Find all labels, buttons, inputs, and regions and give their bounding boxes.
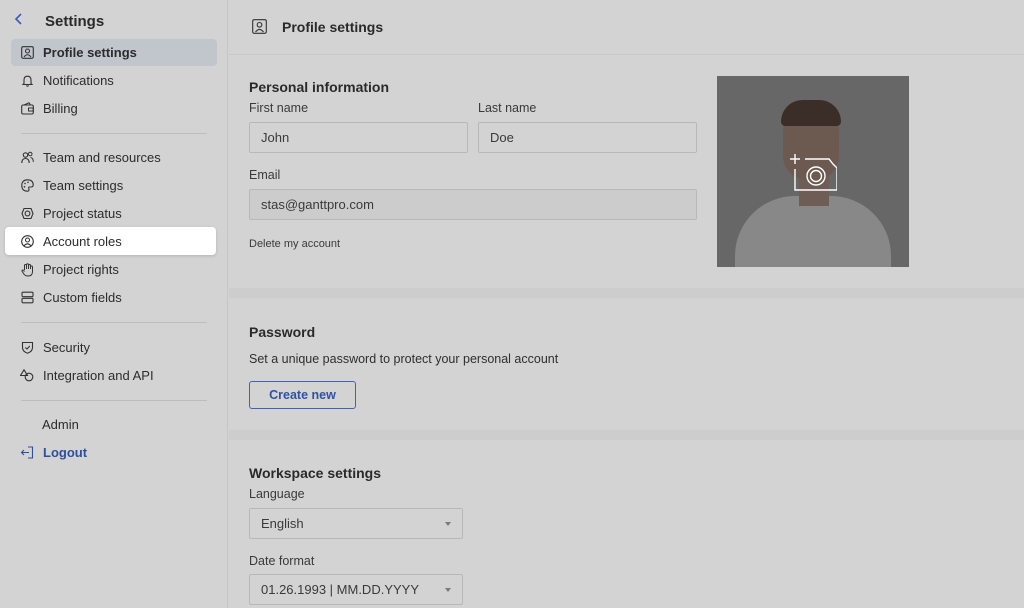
sidebar-header: Settings <box>0 0 227 42</box>
sidebar-item-security[interactable]: Security <box>11 334 217 361</box>
sidebar-item-logout[interactable]: Logout <box>11 439 217 466</box>
sidebar-item-label: Logout <box>43 445 88 460</box>
caret-down-icon <box>445 588 451 592</box>
sidebar-divider <box>21 400 207 401</box>
sidebar-item-label: Team settings <box>43 178 124 193</box>
personal-info-heading: Personal information <box>249 79 390 95</box>
sidebar-item-label: Billing <box>43 101 78 116</box>
avatar-upload[interactable] <box>717 76 909 267</box>
bell-icon <box>20 74 34 88</box>
sidebar-item-project-rights[interactable]: Project rights <box>11 256 217 283</box>
chevron-left-icon[interactable] <box>14 12 30 31</box>
hand-icon <box>20 262 34 277</box>
settings-sidebar: Settings Profile settings Notifications … <box>0 0 228 608</box>
first-name-value: John <box>261 130 290 145</box>
fields-icon <box>20 291 34 305</box>
logout-icon <box>20 446 34 460</box>
avatar-photo-hair <box>781 100 841 126</box>
sidebar-item-label: Security <box>43 340 90 355</box>
sidebar-item-label: Admin <box>42 417 79 432</box>
last-name-field[interactable]: Doe <box>478 122 697 153</box>
email-field[interactable]: stas@ganttpro.com <box>249 189 697 220</box>
language-value: English <box>261 516 304 531</box>
email-label: Email <box>249 168 281 182</box>
user-circle-icon <box>20 234 34 248</box>
delete-account-link[interactable]: Delete my account <box>249 238 340 250</box>
sidebar-item-label: Team and resources <box>43 150 161 165</box>
sidebar-item-label: Notifications <box>43 73 114 88</box>
sidebar-divider <box>21 322 207 323</box>
language-select[interactable]: English <box>249 508 463 539</box>
first-name-label: First name <box>249 101 309 115</box>
sidebar-item-admin[interactable]: Admin <box>11 411 217 438</box>
sidebar-item-label: Profile settings <box>43 45 137 60</box>
page-title: Profile settings <box>282 19 384 35</box>
sidebar-item-label: Integration and API <box>43 368 154 383</box>
sidebar-item-account-roles[interactable]: Account roles <box>5 227 216 255</box>
sidebar-item-notifications[interactable]: Notifications <box>11 67 217 94</box>
sidebar-item-billing[interactable]: Billing <box>11 95 217 122</box>
profile-icon <box>252 19 268 35</box>
last-name-value: Doe <box>490 130 514 145</box>
caret-down-icon <box>445 522 451 526</box>
avatar-photo-body <box>735 196 891 267</box>
sidebar-item-project-status[interactable]: Project status <box>11 200 217 227</box>
section-divider <box>229 430 1024 440</box>
sidebar-item-team-settings[interactable]: Team settings <box>11 172 217 199</box>
date-format-value: 01.26.1993 | MM.DD.YYYY <box>261 582 420 597</box>
last-name-label: Last name <box>478 101 537 115</box>
sidebar-item-custom-fields[interactable]: Custom fields <box>11 284 217 311</box>
sidebar-title: Settings <box>45 12 105 30</box>
section-divider <box>229 288 1024 298</box>
sidebar-item-profile-settings[interactable]: Profile settings <box>11 39 217 66</box>
first-name-field[interactable]: John <box>249 122 468 153</box>
sidebar-divider <box>21 133 207 134</box>
create-password-button[interactable]: Create new <box>249 381 356 409</box>
password-description: Set a unique password to protect your pe… <box>249 352 559 366</box>
shield-icon <box>20 341 34 355</box>
date-format-select[interactable]: 01.26.1993 | MM.DD.YYYY <box>249 574 463 605</box>
date-format-label: Date format <box>249 554 315 568</box>
sidebar-item-label: Project status <box>43 206 122 221</box>
email-value: stas@ganttpro.com <box>261 197 374 212</box>
password-heading: Password <box>249 324 316 340</box>
palette-icon <box>20 179 34 193</box>
sidebar-item-label: Project rights <box>43 262 119 277</box>
language-label: Language <box>249 487 305 501</box>
people-icon <box>20 151 34 165</box>
shapes-icon <box>20 369 34 383</box>
main-content: Profile settings Personal information Fi… <box>229 0 1024 608</box>
sidebar-item-team-and-resources[interactable]: Team and resources <box>11 144 217 171</box>
profile-icon <box>20 46 34 60</box>
sidebar-item-label: Custom fields <box>43 290 122 305</box>
sidebar-item-label: Account roles <box>43 233 122 249</box>
wallet-icon <box>20 102 34 116</box>
workspace-heading: Workspace settings <box>249 465 382 481</box>
page-header: Profile settings <box>229 0 1024 55</box>
add-photo-icon <box>790 154 837 191</box>
status-icon <box>20 207 34 221</box>
sidebar-item-integration-and-api[interactable]: Integration and API <box>11 362 217 389</box>
